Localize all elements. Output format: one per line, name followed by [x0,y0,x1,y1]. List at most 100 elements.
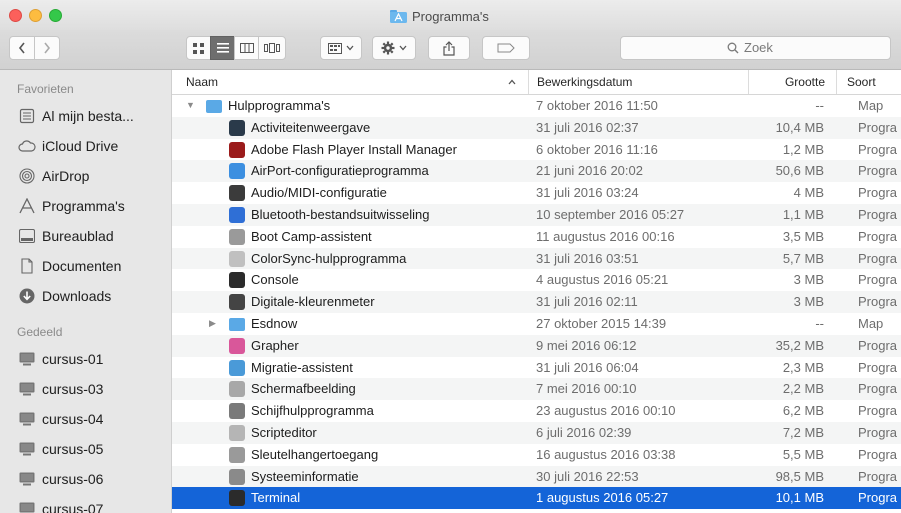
table-row[interactable]: Scripteditor 6 juli 2016 02:39 7,2 MB Progr… [172,421,901,444]
sidebar-item-icloud-drive[interactable]: iCloud Drive [0,131,171,161]
table-row[interactable]: Sleutelhangertoegang 16 augustus 2016 03:… [172,444,901,466]
app-icon [229,403,245,420]
column-header-date[interactable]: Bewerkingsdatum [528,70,632,94]
file-size: 98,5 MB [775,468,824,484]
file-date: 30 juli 2016 22:53 [536,468,639,484]
file-name: Scripteditor [251,424,317,440]
table-row[interactable]: AirPort-configuratieprogramma 21 juni 201… [172,160,901,183]
documents-icon [17,257,37,275]
icon-view-button[interactable] [186,36,211,60]
table-row[interactable]: Audio/MIDI-configuratie 31 juli 2016 03:2… [172,182,901,204]
sidebar-item-applications[interactable]: Programma's [0,191,171,221]
disclosure-closed-icon[interactable]: ▶ [209,313,216,335]
app-icon [229,294,245,311]
computer-icon [17,380,37,398]
zoom-window-button[interactable] [49,9,62,22]
sidebar-item-label: cursus-03 [42,381,104,397]
sidebar-item-cursus-01[interactable]: cursus-01 [0,344,171,374]
table-row[interactable]: Systeeminformatie 30 juli 2016 22:53 98,5 … [172,465,901,488]
file-date: 6 oktober 2016 11:16 [536,141,658,157]
sidebar-item-label: Programma's [42,198,125,214]
grid-icon [193,42,204,54]
table-row[interactable]: Bluetooth-bestandsuitwisseling 10 septemb… [172,203,901,226]
file-kind: Progra [858,294,898,310]
file-kind: Progra [858,272,898,288]
app-icon [229,337,245,354]
table-row[interactable]: Migratie-assistent 31 juli 2016 06:04 2,3 … [172,357,901,379]
table-row[interactable]: Schijfhulpprogramma 23 augustus 2016 00:1… [172,400,901,422]
sidebar-item-cursus-05[interactable]: cursus-05 [0,434,171,464]
sidebar-item-label: cursus-07 [42,501,104,513]
minimize-window-button[interactable] [29,9,42,22]
app-icon [229,163,245,180]
sidebar-item-cursus-07[interactable]: cursus-07 [0,494,171,513]
sidebar: Favorieten Al mijn besta... iCloud Drive… [0,70,172,513]
search-field[interactable]: Zoek [620,36,891,60]
coverflow-view-button[interactable] [258,36,286,60]
app-icon [229,206,245,223]
airdrop-icon [17,167,37,185]
file-kind: Progra [858,424,898,440]
sidebar-item-desktop[interactable]: Bureaublad [0,221,171,251]
app-icon [229,359,245,376]
file-kind: Progra [858,446,898,462]
file-kind: Progra [858,119,898,135]
file-kind: Progra [858,468,898,484]
file-kind: Progra [858,206,898,222]
sidebar-item-documents[interactable]: Documenten [0,251,171,281]
action-button[interactable] [372,36,416,60]
sidebar-item-airdrop[interactable]: AirDrop [0,161,171,191]
file-kind: Progra [858,381,898,397]
file-name: Bluetooth-bestandsuitwisseling [251,206,430,222]
back-button[interactable] [9,36,35,60]
forward-button[interactable] [34,36,60,60]
file-size: 3,5 MB [782,228,824,244]
file-size: 3 MB [793,272,824,288]
sidebar-item-downloads[interactable]: Downloads [0,281,171,311]
file-rows: ▼ Hulpprogramma's 7 oktober 2016 11:50 -- Ma… [172,95,901,510]
cloud-icon [17,137,37,155]
chevron-right-icon [44,42,51,54]
file-name: Activiteitenweergave [251,119,371,135]
table-row[interactable]: ▼ Hulpprogramma's 7 oktober 2016 11:50 -- Ma… [172,95,901,117]
table-row[interactable]: Grapher 9 mei 2016 06:12 35,2 MB Progra [172,334,901,357]
finder-window: Programma's Zoek Favorieten Al mijn best… [0,0,901,513]
file-kind: Map [858,315,884,331]
file-size: 2,2 MB [782,381,824,397]
sidebar-item-cursus-04[interactable]: cursus-04 [0,404,171,434]
column-header-size[interactable]: Grootte [748,70,825,94]
app-icon [229,228,245,245]
arrange-button[interactable] [320,36,362,60]
sidebar-item-label: cursus-01 [42,351,104,367]
file-date: 31 juli 2016 02:11 [536,294,638,310]
window-title: Programma's [412,8,489,24]
column-view-button[interactable] [234,36,259,60]
file-kind: Progra [858,337,898,353]
tags-button[interactable] [482,36,530,60]
app-icon [229,490,245,507]
file-name: Adobe Flash Player Install Manager [251,141,457,157]
file-size: 10,1 MB [775,490,824,506]
table-row[interactable]: Terminal 1 augustus 2016 05:27 10,1 MB Prog… [172,487,901,510]
column-header-name[interactable]: Naam [186,70,218,94]
table-row[interactable]: ▶ Esdnow 27 oktober 2015 14:39 -- Map [172,313,901,335]
close-window-button[interactable] [9,9,22,22]
share-button[interactable] [428,36,470,60]
table-row[interactable]: Schermafbeelding 7 mei 2016 00:10 2,2 MB Pr… [172,378,901,401]
table-row[interactable]: Console 4 augustus 2016 05:21 3 MB Progra [172,269,901,291]
column-header-kind[interactable]: Soort [836,70,876,94]
sidebar-item-cursus-06[interactable]: cursus-06 [0,464,171,494]
file-name: AirPort-configuratieprogramma [251,163,429,179]
table-row[interactable]: Digitale-kleurenmeter 31 juli 2016 02:11 3… [172,291,901,313]
file-size: 5,5 MB [782,446,824,462]
list-view-button[interactable] [210,36,235,60]
table-row[interactable]: Activiteitenweergave 31 juli 2016 02:37 10… [172,116,901,139]
table-row[interactable]: ColorSync-hulpprogramma 31 juli 2016 03:5… [172,247,901,270]
disclosure-open-icon[interactable]: ▼ [186,95,195,117]
table-row[interactable]: Boot Camp-assistent 11 augustus 2016 00:1… [172,226,901,248]
table-row[interactable]: Adobe Flash Player Install Manager 6 okto… [172,139,901,161]
chevron-down-icon [399,45,407,51]
sidebar-item-all-files[interactable]: Al mijn besta... [0,101,171,131]
file-size: 1,1 MB [782,206,824,222]
sidebar-item-cursus-03[interactable]: cursus-03 [0,374,171,404]
